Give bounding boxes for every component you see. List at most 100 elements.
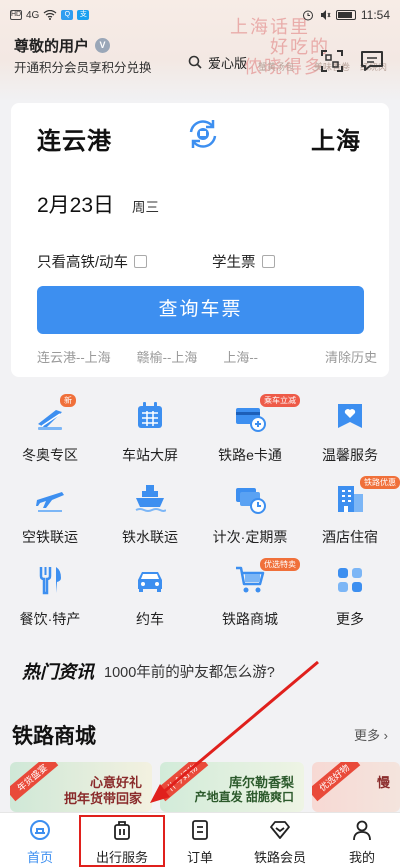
care-mode-label: 爱心版 (208, 55, 248, 71)
tab-label: 铁路会员 (253, 850, 306, 865)
highspeed-only-option[interactable]: 只看高铁/动车 (37, 251, 148, 272)
care-mode-button[interactable]: 爱心版 (178, 48, 257, 76)
battery-icon (335, 10, 356, 20)
more-grid-icon (338, 568, 362, 592)
service-label: 酒店住宿 (322, 529, 378, 545)
travel-date[interactable]: 2月23日 (37, 189, 114, 219)
tab-home[interactable]: 首页 (0, 813, 80, 868)
discount-tag: 铁路优惠 (360, 476, 400, 489)
swap-stations-icon[interactable] (185, 116, 221, 152)
ticket-count-icon (236, 488, 266, 514)
student-checkbox[interactable] (261, 255, 275, 268)
student-ticket-option[interactable]: 学生票 (212, 251, 275, 272)
promo-ribbon: 优选好物 (312, 762, 361, 802)
scan-icon[interactable] (319, 48, 345, 74)
promo-line: 慢 (376, 775, 390, 790)
service-warm-service[interactable]: 温馨服务 (300, 400, 400, 472)
service-station-screen[interactable]: 车站大屏 (100, 400, 200, 472)
service-label: 更多 (336, 611, 364, 627)
tab-highlight-box (79, 815, 165, 867)
member-diamond-icon (270, 821, 290, 839)
service-more[interactable]: 更多 (300, 564, 400, 636)
service-label: 铁路商城 (222, 611, 278, 627)
history-item[interactable]: 赣榆--上海 (137, 347, 198, 366)
home-icon (30, 820, 50, 840)
service-e-card[interactable]: 乘车立减 铁路e卡通 (200, 394, 300, 472)
clock: 11:54 (360, 8, 390, 22)
search-history: 连云港--上海 赣榆--上海 上海-- 清除历史 (37, 347, 377, 366)
hot-news-bar[interactable]: 热门资讯 1000年前的驴友都怎么游? (22, 658, 275, 684)
service-label: 车站大屏 (122, 447, 178, 463)
app-notification-icon: Q (61, 10, 74, 20)
user-name[interactable]: 尊敬的用户 V (14, 35, 111, 56)
service-hotel[interactable]: 铁路优惠 酒店住宿 (300, 476, 400, 554)
tab-label: 我的 (348, 850, 375, 865)
mute-icon (320, 10, 331, 20)
service-car[interactable]: 约车 (100, 564, 200, 636)
query-tickets-button[interactable]: 查询车票 (37, 286, 364, 334)
service-count-ticket[interactable]: 计次·定期票 (200, 482, 300, 554)
highspeed-only-label: 只看高铁/动车 (37, 255, 129, 271)
promo-line: 把年货带回家 (63, 791, 142, 806)
new-tag: 新 (60, 394, 76, 407)
service-label: 空铁联运 (22, 529, 78, 545)
student-ticket-label: 学生票 (212, 255, 256, 271)
wifi-icon (43, 10, 57, 20)
service-label: 冬奥专区 (22, 447, 78, 463)
promo-tag: 乘车立减 (260, 394, 300, 407)
service-air-rail[interactable]: 空铁联运 (0, 482, 100, 554)
banner-food-label: 蟹黄汤包 (258, 62, 295, 72)
hot-news-title: 热门资讯 (22, 662, 94, 683)
status-bar: HD 4G Q 支 11:54 (0, 0, 400, 30)
profile-icon (353, 820, 371, 841)
service-label: 铁水联运 (122, 529, 178, 545)
promo-line: 产地直发 甜脆爽口 (194, 790, 294, 804)
clear-history-button[interactable]: 清除历史 (325, 347, 377, 366)
tab-orders[interactable]: 订单 (164, 813, 236, 868)
order-icon (192, 820, 208, 840)
sale-tag: 优选特卖 (260, 558, 300, 571)
service-label: 约车 (136, 611, 164, 627)
hd-icon: HD (10, 10, 22, 20)
service-label: 餐饮·特产 (19, 611, 81, 627)
mall-more-label: 更多 (354, 728, 381, 743)
service-label: 计次·定期票 (212, 529, 288, 545)
food-icon (39, 567, 61, 595)
service-ship-rail[interactable]: 铁水联运 (100, 482, 200, 554)
bottom-tab-bar: 首页 出行服务 订单 铁路会员 我的 (0, 812, 400, 868)
tab-rail-member[interactable]: 铁路会员 (236, 813, 324, 868)
mall-more-link[interactable]: 更多 › (354, 725, 388, 744)
arrival-city[interactable]: 上海 (311, 121, 361, 156)
service-winter-olympics[interactable]: 新 冬奥专区 (0, 394, 100, 472)
ship-rail-icon (135, 485, 166, 512)
user-name-text: 尊敬的用户 (14, 38, 90, 55)
promo-card[interactable]: 优选好物 慢 (312, 762, 400, 812)
tab-label: 首页 (26, 850, 53, 865)
station-screen-icon (138, 402, 162, 428)
tab-profile[interactable]: 我的 (324, 813, 400, 868)
history-item[interactable]: 连云港--上海 (37, 347, 111, 366)
hot-news-text: 1000年前的驴友都怎么游? (104, 664, 275, 681)
vip-badge-icon: V (95, 38, 111, 53)
service-rail-mall[interactable]: 优选特卖 铁路商城 (200, 558, 300, 636)
chevron-right-icon: › (380, 728, 388, 743)
service-label: 温馨服务 (322, 447, 378, 463)
service-label: 铁路e卡通 (218, 447, 282, 463)
history-item[interactable]: 上海-- (223, 347, 258, 366)
car-icon (138, 572, 162, 592)
travel-weekday: 周三 (132, 200, 159, 215)
search-icon (188, 55, 202, 69)
tab-label: 订单 (186, 850, 213, 865)
promo-card[interactable]: 年货盛宴 心意好礼 把年货带回家 (10, 762, 152, 812)
highspeed-checkbox[interactable] (134, 255, 148, 268)
air-rail-icon (36, 492, 64, 512)
promo-card[interactable]: 什今好物 库尔勒香梨 产地直发 甜脆爽口 (160, 762, 304, 812)
signal-icon: 4G (26, 9, 40, 21)
member-promo-text[interactable]: 开通积分会员享积分兑换 (14, 59, 169, 77)
departure-city[interactable]: 连云港 (37, 121, 112, 156)
promo-ribbon: 年货盛宴 (10, 762, 59, 802)
alipay-icon: 支 (77, 10, 90, 20)
message-icon[interactable] (359, 48, 385, 74)
service-food[interactable]: 餐饮·特产 (0, 564, 100, 636)
heart-service-icon (338, 404, 362, 428)
